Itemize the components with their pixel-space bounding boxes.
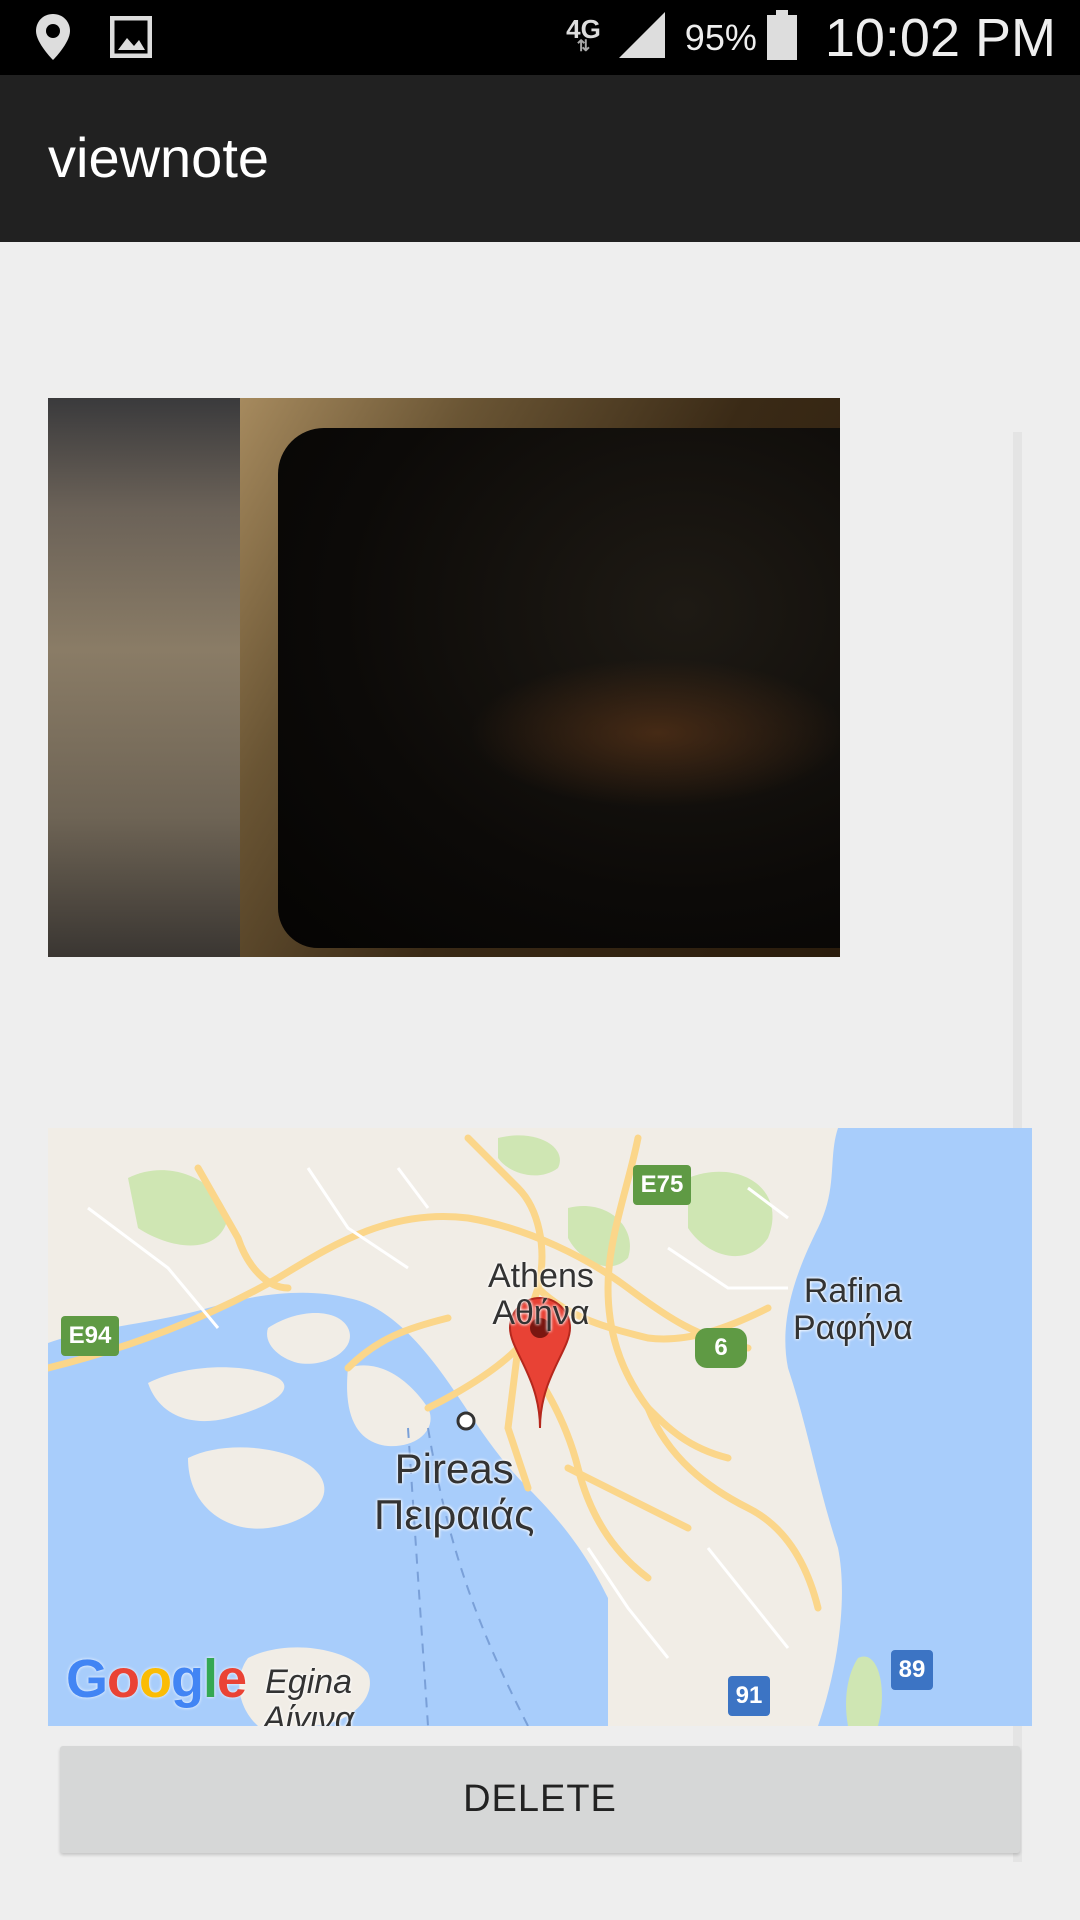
page-title: viewnote xyxy=(48,126,270,189)
map-view[interactable]: Athens Αθήνα Rafina Ραφήνα Pireas Πειραι… xyxy=(48,1128,1032,1726)
route-shield-e94: E94 xyxy=(61,1316,119,1356)
signal-icon xyxy=(617,10,667,65)
photo-glare xyxy=(468,658,840,808)
map-label-egina: Egina Αίγινα xyxy=(263,1663,355,1726)
google-logo: Google xyxy=(66,1649,247,1709)
photo-side-strip xyxy=(48,398,240,957)
route-shield-91: 91 xyxy=(728,1676,770,1716)
battery-icon xyxy=(766,10,797,65)
status-bar: 4G ⇅ 95% 10:02 PM xyxy=(0,0,1080,75)
battery-percent: 95% xyxy=(684,16,757,58)
map-label-pireas: Pireas Πειραιάς xyxy=(374,1445,535,1539)
map-label-rafina: Rafina Ραφήνα xyxy=(793,1272,913,1348)
route-shield-6: 6 xyxy=(695,1328,747,1368)
data-arrows-icon: ⇅ xyxy=(576,37,591,55)
image-icon xyxy=(109,15,153,63)
map-graphics xyxy=(48,1128,1032,1726)
network-type-label: 4G xyxy=(566,13,601,44)
delete-button[interactable]: DELETE xyxy=(60,1746,1020,1853)
app-bar: viewnote xyxy=(0,75,1080,242)
network-indicator: 4G ⇅ xyxy=(566,13,601,55)
clock: 10:02 PM xyxy=(824,7,1056,68)
map-label-athens: Athens Αθήνα xyxy=(488,1257,594,1333)
route-shield-e75: E75 xyxy=(633,1165,691,1205)
route-shield-89: 89 xyxy=(891,1650,933,1690)
location-icon xyxy=(34,12,72,67)
note-photo xyxy=(48,398,840,957)
